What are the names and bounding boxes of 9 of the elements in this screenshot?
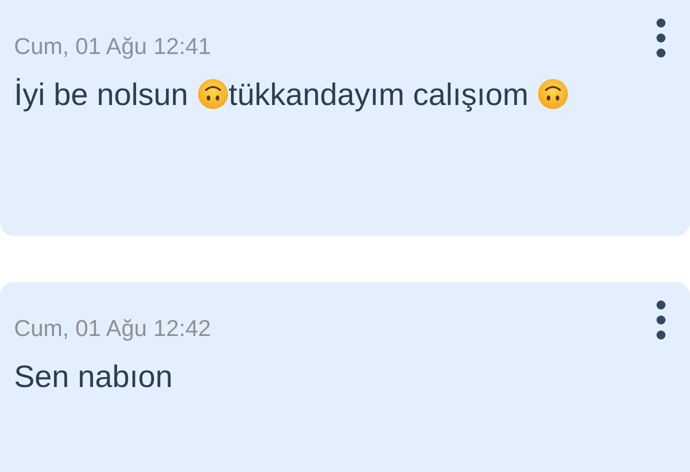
message-timestamp: Cum, 01 Ağu 12:42	[14, 314, 211, 343]
message-text: tükkandayım calışıom	[228, 77, 530, 112]
message-text: Sen nabıon	[14, 359, 173, 394]
message-text: İyi be nolsun	[14, 77, 190, 112]
message-timestamp: Cum, 01 Ağu 12:41	[14, 32, 211, 61]
upside-down-face-icon	[196, 78, 229, 110]
upside-down-face-icon	[537, 78, 570, 110]
more-options-icon[interactable]	[656, 300, 666, 340]
more-options-icon[interactable]	[656, 18, 666, 58]
